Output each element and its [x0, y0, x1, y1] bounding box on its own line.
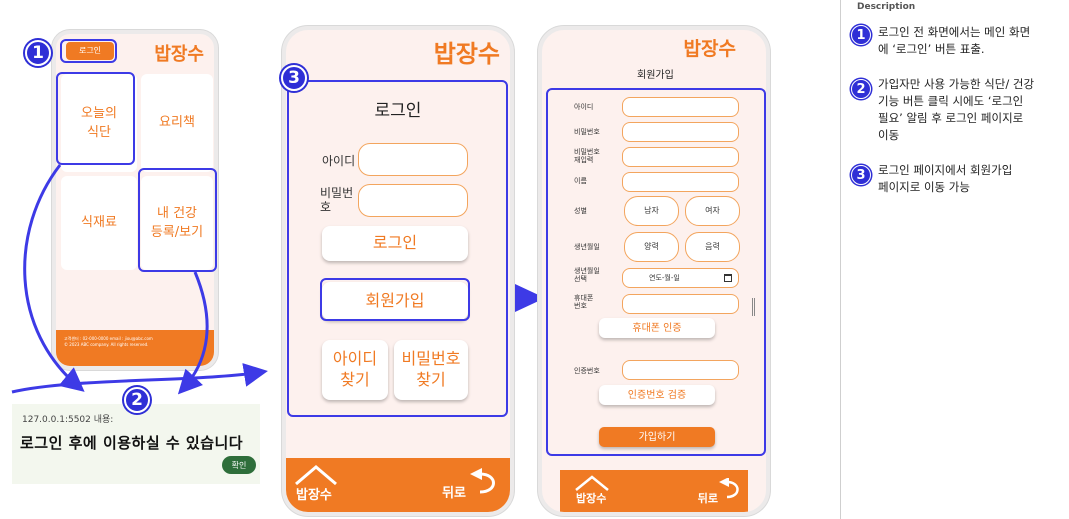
desc-badge-1: 1 — [851, 25, 871, 45]
tile-ingredients[interactable]: 식재료 — [61, 176, 137, 270]
footer-copyright: © 2023 ABC company. All rights reserved. — [64, 342, 149, 347]
desc-badge-2: 2 — [851, 79, 871, 99]
home-logo-text[interactable]: 밥장수 — [296, 484, 332, 503]
brand-logo: 밥장수 — [154, 44, 204, 65]
highlight-login-form — [287, 80, 508, 417]
desc-badge-3: 3 — [851, 165, 871, 185]
back-label[interactable]: 뒤로 — [442, 482, 466, 501]
highlight-signup-button — [320, 278, 470, 321]
back-arrow-icon[interactable] — [468, 468, 502, 498]
tile-cookbook[interactable]: 요리책 — [141, 74, 213, 172]
login-footer: 밥장수 뒤로 — [286, 458, 510, 512]
highlight-login-button — [60, 39, 117, 63]
brand-logo: 밥장수 — [683, 38, 736, 60]
step-badge-2: 2 — [124, 387, 150, 413]
main-footer: 고객센터 : 02-000-0000 email : jiou@abc.com … — [56, 330, 214, 366]
highlight-my-health — [138, 168, 217, 272]
step-badge-1: 1 — [25, 40, 51, 66]
alert-message: 로그인 후에 이용하실 수 있습니다 — [20, 434, 244, 452]
description-header: Description — [857, 2, 916, 12]
description-divider — [840, 0, 841, 519]
desc-text-1: 로그인 전 화면에서는 메인 화면 에 ‘로그인’ 버튼 표출. — [878, 25, 1031, 56]
step-badge-3: 3 — [281, 65, 307, 91]
desc-text-3: 로그인 페이지에서 회원가입 페이지로 이동 가능 — [878, 163, 1013, 194]
login-required-alert: 127.0.0.1:5502 내용: 로그인 후에 이용하실 수 있습니다 확인 — [12, 404, 260, 484]
home-logo-text[interactable]: 밥장수 — [576, 490, 606, 506]
highlight-signup-form — [546, 88, 766, 456]
back-arrow-icon[interactable] — [718, 478, 744, 502]
home-icon[interactable] — [294, 464, 338, 486]
signup-title: 회원가입 — [637, 70, 674, 81]
desc-text-2: 가입자만 사용 가능한 식단/ 건강 기능 버튼 클릭 시에도 ‘로그인 필요’… — [878, 77, 1035, 142]
brand-logo: 밥장수 — [433, 40, 500, 68]
back-label[interactable]: 뒤로 — [698, 490, 718, 506]
alert-confirm-button[interactable]: 확인 — [222, 456, 256, 474]
signup-footer: 밥장수 뒤로 — [560, 470, 748, 512]
alert-origin: 127.0.0.1:5502 내용: — [22, 415, 114, 425]
highlight-today-menu — [56, 72, 135, 165]
